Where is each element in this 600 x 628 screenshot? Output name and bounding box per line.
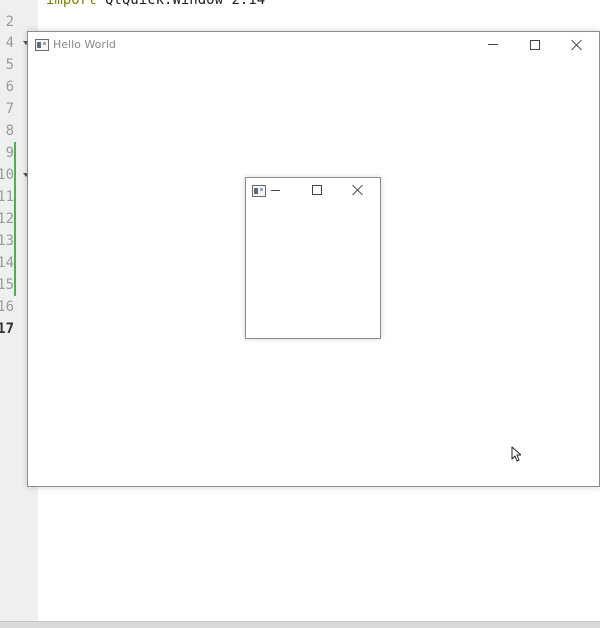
line-number-current: 17 [0,321,14,337]
maximize-icon [530,40,540,50]
maximize-button[interactable] [298,178,334,202]
close-icon [571,39,583,51]
line-number: 11 [0,189,14,205]
child-window-title-bar[interactable] [246,178,380,202]
line-number: 7 [5,101,14,117]
code-line-import[interactable]: import QtQuick.Window 2.14 [46,0,265,8]
minimize-icon [488,44,498,45]
line-number: 8 [5,123,14,139]
close-button[interactable] [340,178,376,202]
maximize-icon [312,185,322,195]
line-number: 13 [0,233,14,249]
line-number: 15 [0,277,14,293]
close-button[interactable] [556,32,596,58]
line-number: 5 [5,57,14,73]
line-number: 4 [5,35,14,51]
line-number: 9 [5,145,14,161]
close-icon [352,184,364,196]
minimize-button[interactable] [473,32,513,58]
line-number: 2 [5,14,14,30]
modified-lines-indicator [14,142,16,296]
window-title-bar[interactable]: Hello World [28,32,599,58]
code-module: QtQuick.Window 2.14 [105,0,266,8]
maximize-button[interactable] [514,32,554,58]
code-keyword: import [46,0,97,8]
line-number: 6 [5,79,14,95]
window-title: Hello World [53,38,116,51]
minimize-icon [271,190,280,191]
app-window-icon[interactable] [35,39,49,51]
line-number: 10 [0,167,14,183]
line-number: 16 [0,299,14,315]
line-number: 12 [0,211,14,227]
child-window[interactable] [245,177,381,339]
minimize-button[interactable] [256,178,292,202]
mouse-cursor-icon [511,446,521,462]
line-number: 14 [0,255,14,271]
